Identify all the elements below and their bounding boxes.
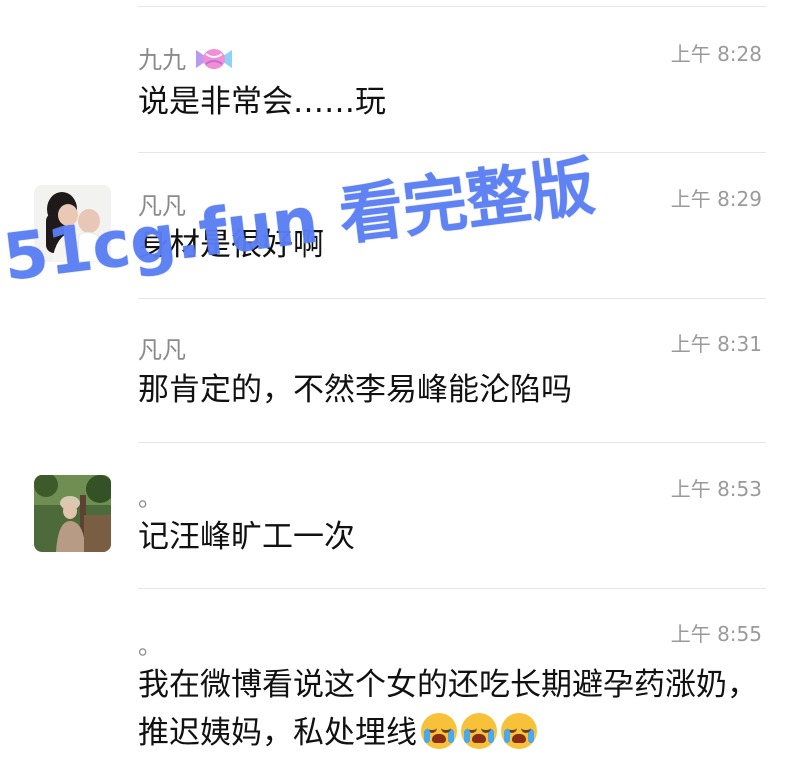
message-item[interactable]: 。 上午 8:55 我在微博看说这个女的还吃长期避孕药涨奶，推迟姨妈，私处埋线 — [0, 588, 800, 769]
chat-message-list: 九九 上午 8:28 说是非常会……玩 凡凡 上午 8:29 身材是很好啊 凡凡… — [0, 0, 800, 769]
message-text: 记汪峰旷工一次 — [138, 519, 355, 555]
message-time: 上午 8:53 — [670, 477, 762, 501]
crying-face-icon — [461, 713, 497, 749]
crying-face-icon — [421, 713, 457, 749]
candy-icon — [195, 46, 232, 78]
message-text: 我在微博看说这个女的还吃长期避孕药涨奶，推迟姨妈，私处埋线 — [138, 667, 758, 751]
sender-name: 。 — [138, 632, 162, 660]
message-time: 上午 8:28 — [670, 42, 762, 66]
sender-name: 。 — [138, 484, 162, 512]
message-time: 上午 8:31 — [670, 332, 762, 356]
crying-face-icon — [501, 713, 537, 749]
message-time: 上午 8:55 — [670, 622, 762, 646]
message-item[interactable]: 。 上午 8:53 记汪峰旷工一次 — [0, 442, 800, 588]
avatar[interactable] — [34, 475, 111, 552]
message-item[interactable]: 九九 上午 8:28 说是非常会……玩 — [0, 6, 800, 152]
sender-name: 九九 — [138, 40, 232, 78]
message-text: 说是非常会……玩 — [138, 84, 386, 120]
